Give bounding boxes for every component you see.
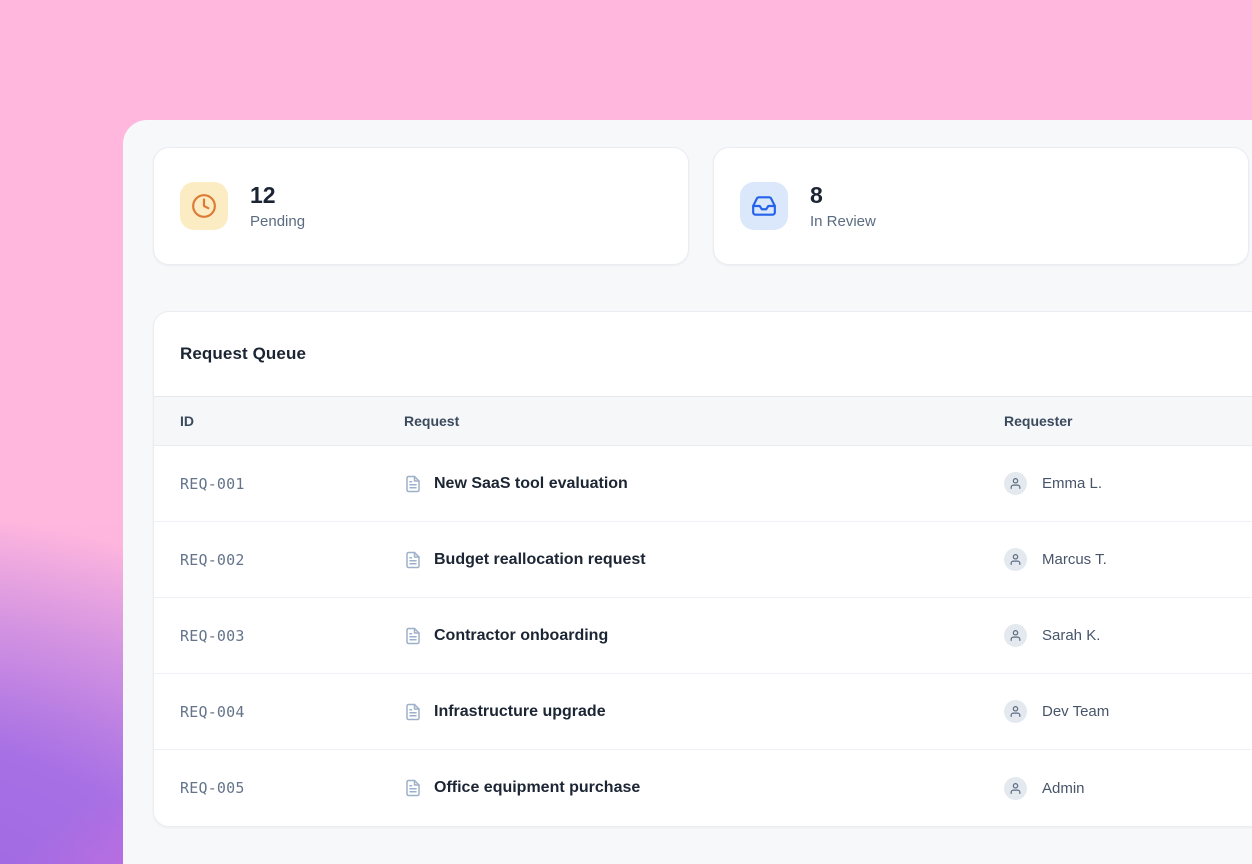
user-avatar-icon [1004, 548, 1027, 571]
document-icon [404, 475, 422, 493]
requester-name: Dev Team [1042, 703, 1109, 720]
stat-text: 8 In Review [810, 182, 876, 229]
user-avatar-icon [1004, 624, 1027, 647]
table-row[interactable]: REQ-002 Budget reallocation request [154, 522, 1252, 598]
document-icon [404, 551, 422, 569]
table-body: REQ-001 New SaaS tool evaluation [154, 446, 1252, 826]
table-header-row: ID Request Requester [154, 396, 1252, 446]
request-cell: Infrastructure upgrade [404, 703, 1004, 721]
request-id: REQ-004 [180, 703, 404, 721]
request-queue-title: Request Queue [180, 344, 306, 364]
requester-cell: Dev Team [1004, 700, 1252, 723]
main-panel: 12 Pending 8 In Review Request Queue ID … [123, 120, 1252, 864]
document-icon [404, 627, 422, 645]
requester-cell: Admin [1004, 777, 1252, 800]
column-header-id: ID [180, 413, 404, 429]
request-id: REQ-005 [180, 779, 404, 797]
user-avatar-icon [1004, 777, 1027, 800]
request-id: REQ-001 [180, 475, 404, 493]
pending-label: Pending [250, 213, 305, 230]
clock-icon [180, 182, 228, 230]
document-icon [404, 779, 422, 797]
requester-cell: Sarah K. [1004, 624, 1252, 647]
document-icon [404, 703, 422, 721]
table-row[interactable]: REQ-003 Contractor onboarding Sa [154, 598, 1252, 674]
stat-card-in-review: 8 In Review [713, 147, 1249, 265]
in-review-count: 8 [810, 182, 876, 208]
stat-text: 12 Pending [250, 182, 305, 229]
column-header-requester: Requester [1004, 413, 1252, 429]
request-title: New SaaS tool evaluation [434, 475, 628, 493]
table-row[interactable]: REQ-005 Office equipment purchase [154, 750, 1252, 826]
request-title: Infrastructure upgrade [434, 703, 606, 721]
requester-name: Sarah K. [1042, 627, 1100, 644]
requester-cell: Emma L. [1004, 472, 1252, 495]
request-queue-header: Request Queue [154, 312, 1252, 396]
requester-cell: Marcus T. [1004, 548, 1252, 571]
user-avatar-icon [1004, 700, 1027, 723]
inbox-icon [740, 182, 788, 230]
requester-name: Marcus T. [1042, 551, 1107, 568]
request-cell: Office equipment purchase [404, 779, 1004, 797]
stats-row: 12 Pending 8 In Review [153, 147, 1252, 265]
request-cell: New SaaS tool evaluation [404, 475, 1004, 493]
requester-name: Admin [1042, 780, 1085, 797]
stat-card-pending: 12 Pending [153, 147, 689, 265]
request-title: Contractor onboarding [434, 627, 608, 645]
requester-name: Emma L. [1042, 475, 1102, 492]
column-header-request: Request [404, 413, 1004, 429]
request-title: Office equipment purchase [434, 779, 640, 797]
table-row[interactable]: REQ-004 Infrastructure upgrade D [154, 674, 1252, 750]
user-avatar-icon [1004, 472, 1027, 495]
request-id: REQ-002 [180, 551, 404, 569]
request-cell: Contractor onboarding [404, 627, 1004, 645]
request-id: REQ-003 [180, 627, 404, 645]
table-row[interactable]: REQ-001 New SaaS tool evaluation [154, 446, 1252, 522]
pending-count: 12 [250, 182, 305, 208]
request-queue-card: Request Queue ID Request Requester REQ-0… [153, 311, 1252, 827]
request-cell: Budget reallocation request [404, 551, 1004, 569]
request-title: Budget reallocation request [434, 551, 646, 569]
in-review-label: In Review [810, 213, 876, 230]
